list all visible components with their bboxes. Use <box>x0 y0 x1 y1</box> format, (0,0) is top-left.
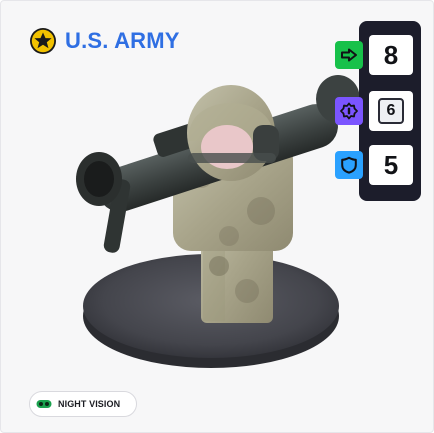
sun-gear-icon <box>335 97 363 125</box>
stat-row-defense: 5 <box>335 145 421 185</box>
soldier-figure-image <box>76 75 360 368</box>
stat-value-move: 8 <box>383 39 399 70</box>
ability-label: NIGHT VISION <box>58 399 121 409</box>
shield-icon <box>335 151 363 179</box>
stat-value-defense: 5 <box>383 149 399 180</box>
unit-card: U.S. ARMY 8 6 5 NIGHT VISION <box>0 0 434 433</box>
stat-value-box: 8 <box>369 35 413 75</box>
stat-value-box: 5 <box>369 145 413 185</box>
stat-value-attack: 6 <box>386 102 396 119</box>
goggles-icon <box>36 400 52 408</box>
stat-row-attack: 6 <box>335 91 421 131</box>
ability-pill[interactable]: NIGHT VISION <box>29 391 137 417</box>
stat-row-move: 8 <box>335 35 421 75</box>
stat-value-box: 6 <box>369 91 413 131</box>
stat-value-frame: 6 <box>378 98 404 124</box>
stats-panel: 8 6 5 <box>335 21 421 201</box>
arrow-right-icon <box>335 41 363 69</box>
